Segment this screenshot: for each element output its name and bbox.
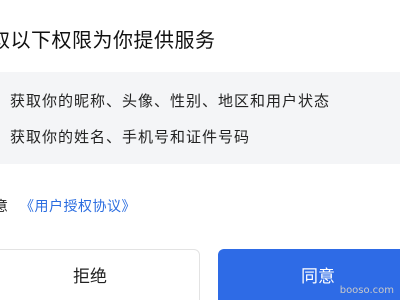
agreement-row: 意《用户授权协议》: [0, 196, 136, 216]
permission-list: 获取你的昵称、头像、性别、地区和用户状态 获取你的姓名、手机号和证件号码: [0, 72, 400, 164]
reject-button-label: 拒绝: [73, 266, 107, 287]
auth-dialog: 取以下权限为你提供服务 获取你的昵称、头像、性别、地区和用户状态 获取你的姓名、…: [0, 0, 400, 300]
watermark: booso.com: [339, 285, 394, 296]
agree-button-label: 同意: [301, 266, 335, 287]
agreement-prefix: 意: [0, 199, 8, 215]
permission-item-profile: 获取你的昵称、头像、性别、地区和用户状态: [10, 92, 331, 110]
reject-button[interactable]: 拒绝: [0, 249, 200, 300]
dialog-title: 取以下权限为你提供服务: [0, 28, 216, 52]
user-agreement-link[interactable]: 《用户授权协议》: [20, 199, 136, 215]
permission-item-identity: 获取你的姓名、手机号和证件号码: [10, 128, 251, 146]
